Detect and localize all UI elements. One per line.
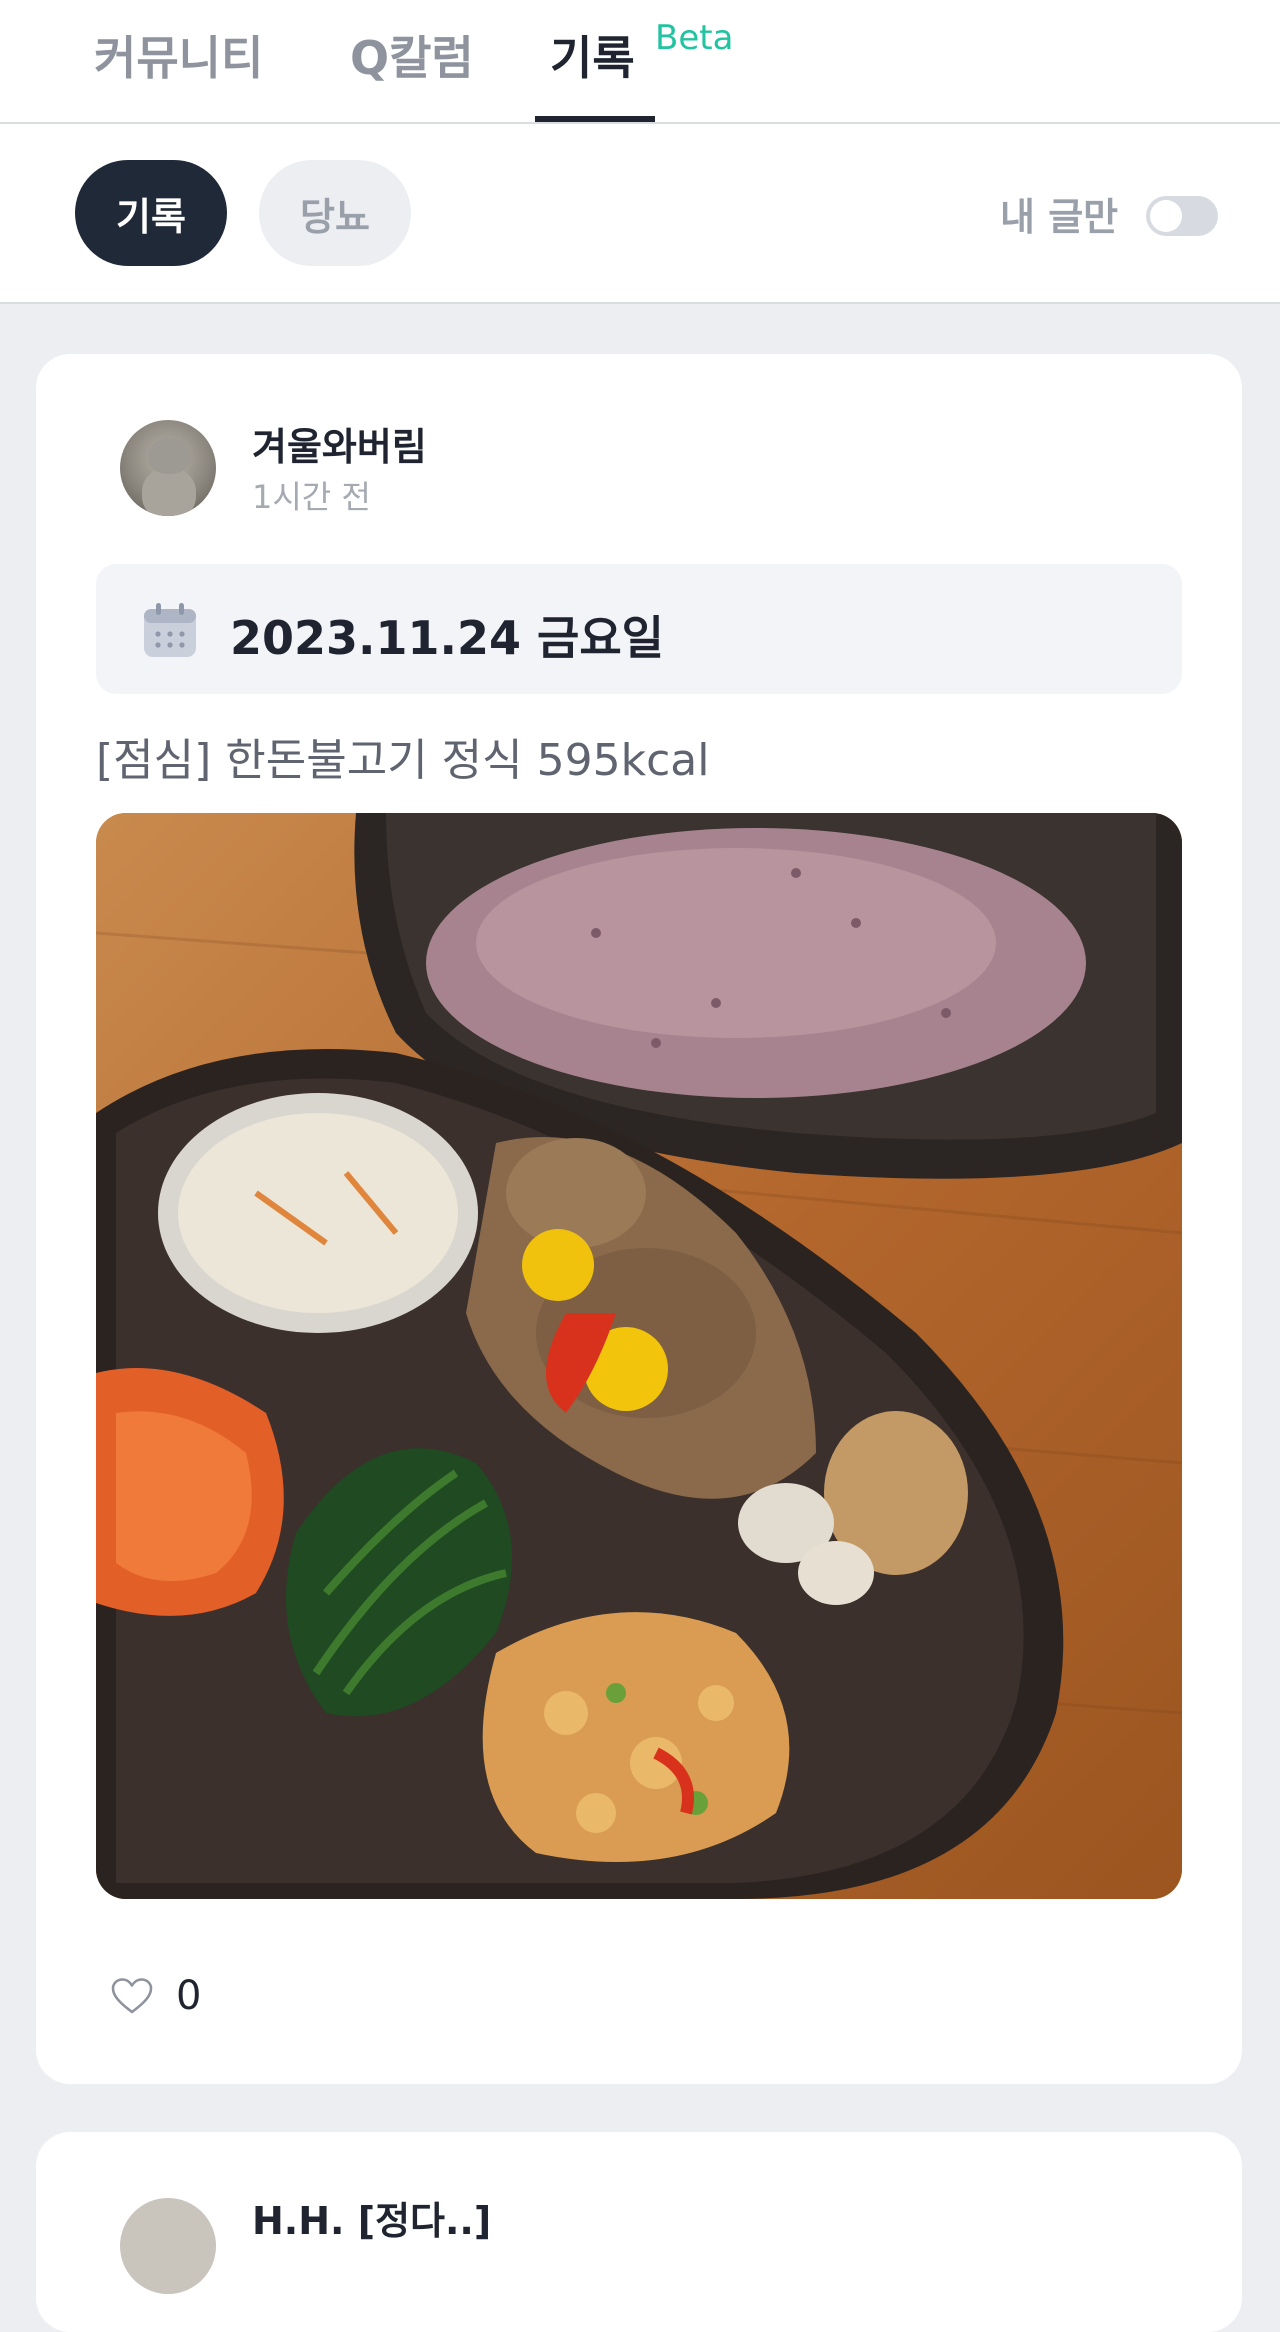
post-username[interactable]: H.H. [정다..]: [252, 2190, 491, 2245]
post-date: 2023.11.24 금요일: [230, 611, 664, 665]
meal-photo-illustration: [96, 813, 1182, 1899]
post-time: 1시간 전: [252, 478, 371, 516]
post-username[interactable]: 겨울와버림: [252, 416, 427, 471]
beta-badge: Beta: [655, 18, 734, 58]
avatar-cat-head: [148, 438, 190, 474]
meal-photo[interactable]: [96, 813, 1182, 1899]
filter-chip-record[interactable]: 기록: [75, 160, 227, 266]
like-row[interactable]: 0: [110, 1966, 201, 2026]
heart-icon[interactable]: [110, 1976, 154, 2016]
avatar[interactable]: [120, 420, 216, 516]
tab-q-column[interactable]: Q칼럼: [350, 18, 474, 122]
calendar-icon: [144, 603, 196, 657]
date-box: 2023.11.24 금요일: [96, 564, 1182, 694]
like-count: 0: [176, 1973, 202, 2019]
meal-description: [점심] 한돈불고기 정식 595kcal: [96, 735, 710, 786]
avatar[interactable]: [120, 2198, 216, 2294]
top-tab-bar: 커뮤니티 Q칼럼 기록 Beta: [0, 0, 1280, 124]
next-post-card[interactable]: H.H. [정다..]: [36, 2132, 1242, 2332]
filter-bar: 기록 당뇨 내 글만: [0, 124, 1280, 304]
toggle-knob: [1150, 200, 1182, 232]
mine-only-toggle[interactable]: [1146, 196, 1218, 236]
tab-community[interactable]: 커뮤니티: [94, 18, 263, 122]
post-card[interactable]: 겨울와버림 1시간 전 2023.11.24 금요일 [점심] 한돈불고기 정식…: [36, 354, 1242, 2084]
mine-only-label: 내 글만: [1000, 195, 1119, 239]
active-tab-indicator: [535, 116, 655, 122]
avatar-cat-body: [142, 468, 196, 516]
tab-record[interactable]: 기록: [550, 18, 635, 122]
filter-chip-diabetes[interactable]: 당뇨: [259, 160, 411, 266]
